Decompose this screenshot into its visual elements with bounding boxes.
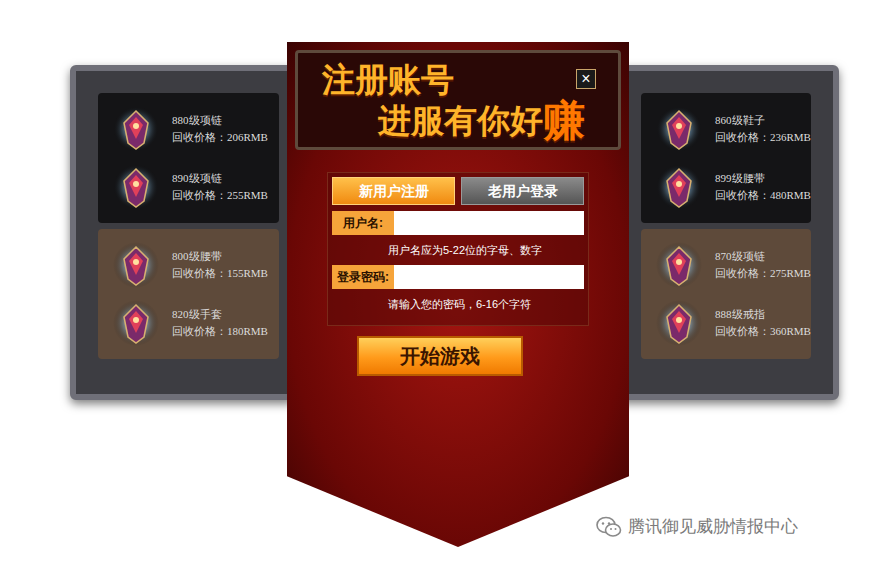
item-name: 800级腰带 [172, 248, 268, 265]
item-name: 890级项链 [172, 170, 268, 187]
item-name: 888级戒指 [715, 306, 811, 323]
item-row: 890级项链回收价格：255RMB [112, 160, 279, 214]
item-text: 870级项链回收价格：275RMB [715, 248, 811, 282]
item-name: 870级项链 [715, 248, 811, 265]
item-name: 880级项链 [172, 112, 268, 129]
item-text: 890级项链回收价格：255RMB [172, 170, 268, 204]
item-row: 880级项链回收价格：206RMB [112, 102, 279, 156]
item-name: 820级手套 [172, 306, 268, 323]
field-list: 用户名:用户名应为5-22位的字母、数字登录密码:请输入您的密码，6-16个字符 [332, 211, 584, 319]
watermark: 腾讯御见威胁情报中心 [596, 514, 798, 540]
start-game-button[interactable]: 开始游戏 [357, 336, 523, 376]
register-banner: 注册账号 进服有你好 赚 × 新用户注册老用户登录 用户名:用户名应为5-22位… [287, 42, 629, 547]
equipment-icon [655, 163, 703, 211]
item-price: 回收价格：275RMB [715, 265, 811, 282]
form-field: 用户名:用户名应为5-22位的字母、数字 [332, 211, 584, 265]
item-row: 820级手套回收价格：180RMB [112, 296, 279, 350]
left-top-section: 880级项链回收价格：206RMB 890级项链回收价格：255RMB [98, 93, 279, 223]
field-row: 用户名: [332, 211, 584, 235]
form-field: 登录密码:请输入您的密码，6-16个字符 [332, 265, 584, 319]
item-text: 820级手套回收价格：180RMB [172, 306, 268, 340]
field-label: 用户名: [332, 211, 394, 235]
equipment-icon [655, 299, 703, 347]
equipment-icon [655, 241, 703, 289]
subtitle-line: 进服有你好 赚 [322, 99, 618, 143]
left-panel: 880级项链回收价格：206RMB 890级项链回收价格：255RMB 800级腰… [70, 65, 295, 400]
field-row: 登录密码: [332, 265, 584, 289]
stage: 880级项链回收价格：206RMB 890级项链回收价格：255RMB 800级腰… [0, 0, 884, 547]
equipment-icon [655, 105, 703, 153]
item-text: 860级鞋子回收价格：236RMB [715, 112, 811, 146]
item-price: 回收价格：206RMB [172, 129, 268, 146]
field-input[interactable] [394, 211, 584, 235]
item-name: 860级鞋子 [715, 112, 811, 129]
item-text: 899级腰带回收价格：480RMB [715, 170, 811, 204]
item-text: 800级腰带回收价格：155RMB [172, 248, 268, 282]
item-price: 回收价格：236RMB [715, 129, 811, 146]
tab[interactable]: 新用户注册 [332, 177, 455, 205]
page: 880级项链回收价格：206RMB 890级项链回收价格：255RMB 800级腰… [0, 0, 884, 566]
equipment-icon [112, 105, 160, 153]
item-row: 899级腰带回收价格：480RMB [655, 160, 811, 214]
item-name: 899级腰带 [715, 170, 811, 187]
item-row: 870级项链回收价格：275RMB [655, 238, 811, 292]
item-price: 回收价格：155RMB [172, 265, 268, 282]
right-panel: 860级鞋子回收价格：236RMB 899级腰带回收价格：480RMB 870级项… [617, 65, 839, 400]
item-row: 888级戒指回收价格：360RMB [655, 296, 811, 350]
field-hint: 用户名应为5-22位的字母、数字 [332, 235, 584, 265]
equipment-icon [112, 299, 160, 347]
item-price: 回收价格：180RMB [172, 323, 268, 340]
watermark-text: 腾讯御见威胁情报中心 [628, 514, 798, 540]
item-row: 860级鞋子回收价格：236RMB [655, 102, 811, 156]
subtitle: 进服有你好 [378, 99, 543, 143]
equipment-icon [112, 241, 160, 289]
item-price: 回收价格：480RMB [715, 187, 811, 204]
close-button[interactable]: × [576, 69, 596, 89]
right-top-section: 860级鞋子回收价格：236RMB 899级腰带回收价格：480RMB [641, 93, 811, 223]
item-price: 回收价格：255RMB [172, 187, 268, 204]
left-bottom-section: 800级腰带回收价格：155RMB 820级手套回收价格：180RMB [98, 229, 279, 359]
item-text: 888级戒指回收价格：360RMB [715, 306, 811, 340]
field-label: 登录密码: [332, 265, 394, 289]
register-form: 新用户注册老用户登录 用户名:用户名应为5-22位的字母、数字登录密码:请输入您… [327, 172, 589, 326]
item-row: 800级腰带回收价格：155RMB [112, 238, 279, 292]
item-text: 880级项链回收价格：206RMB [172, 112, 268, 146]
tab-bar: 新用户注册老用户登录 [332, 177, 584, 205]
field-hint: 请输入您的密码，6-16个字符 [332, 289, 584, 319]
field-input[interactable] [394, 265, 584, 289]
tab[interactable]: 老用户登录 [461, 177, 584, 205]
equipment-icon [112, 163, 160, 211]
item-price: 回收价格：360RMB [715, 323, 811, 340]
subtitle-emphasis: 赚 [543, 99, 585, 143]
banner-header: 注册账号 进服有你好 赚 × [295, 50, 621, 150]
title: 注册账号 [322, 61, 618, 99]
wechat-icon [596, 516, 622, 538]
right-bottom-section: 870级项链回收价格：275RMB 888级戒指回收价格：360RMB [641, 229, 811, 359]
